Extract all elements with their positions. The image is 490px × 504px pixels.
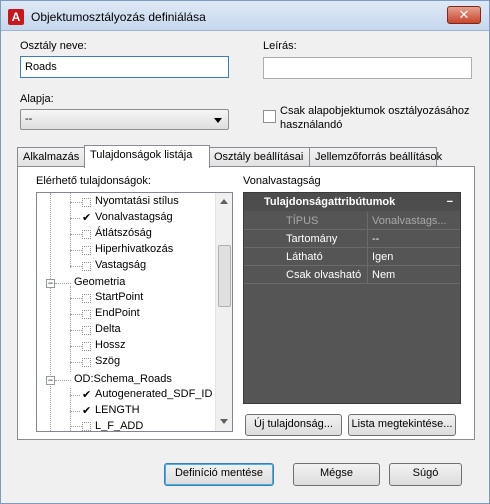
attribute-value[interactable]: -- (368, 230, 460, 248)
tree-item-checkbox[interactable] (82, 246, 91, 255)
attribute-value[interactable]: Nem (368, 266, 460, 284)
collapse-toggle-icon[interactable]: − (46, 279, 55, 288)
checkmark-icon[interactable]: ✔ (82, 406, 91, 417)
base-only-checkbox[interactable] (263, 110, 276, 123)
tab-class-settings[interactable]: Osztály beállításai (208, 147, 311, 167)
tree-item-autogenerated-sdf-id[interactable]: Autogenerated_SDF_ID (95, 388, 212, 404)
tab-feature-source-settings[interactable]: Jellemzőforrás beállítások (309, 147, 442, 167)
autocad-app-icon: A (8, 9, 24, 25)
cancel-button[interactable]: Mégse (293, 463, 380, 486)
checkmark-icon[interactable]: ✔ (82, 213, 91, 224)
scroll-up-icon[interactable] (220, 199, 228, 204)
description-label: Leírás: (263, 40, 297, 52)
scroll-down-icon[interactable] (220, 419, 228, 424)
base-select[interactable]: -- (20, 109, 229, 130)
tree-item-plot-style[interactable]: Nyomtatási stílus (95, 195, 179, 211)
tree-item-checkbox[interactable] (82, 342, 91, 351)
help-button[interactable]: Súgó (389, 463, 462, 486)
tree-item-checkbox[interactable] (82, 262, 91, 271)
chevron-down-icon (214, 118, 222, 123)
tree-item-transparency[interactable]: Átlátszóság (95, 227, 152, 243)
attribute-row[interactable]: Csak olvasható Nem (244, 266, 460, 284)
attribute-key: Látható (282, 248, 368, 266)
available-properties-tree[interactable]: Nyomtatási stílus ✔ Vonalvastagság Átlát… (36, 192, 233, 432)
checkmark-icon[interactable]: ✔ (82, 390, 91, 401)
tree-item-angle[interactable]: Szög (95, 355, 120, 371)
tree-item-lineweight[interactable]: Vonalvastagság (95, 211, 173, 227)
base-only-label-line1: Csak alapobjektumok osztályozásához (280, 105, 470, 117)
base-only-label-line2: használandó (280, 119, 343, 131)
collapse-icon[interactable]: − (447, 196, 453, 208)
tree-scrollbar[interactable] (215, 193, 232, 431)
tab-property-list[interactable]: Tulajdonságok listája (84, 145, 210, 168)
description-input[interactable] (263, 57, 472, 79)
attribute-value: Vonalvastags... (372, 215, 447, 227)
tree-item-checkbox[interactable] (82, 422, 91, 431)
tree-item-checkbox[interactable] (82, 230, 91, 239)
attribute-value[interactable]: Igen (368, 248, 460, 266)
new-property-button[interactable]: Új tulajdonság... (245, 414, 342, 436)
base-select-value: -- (25, 113, 33, 125)
window-title: Objektumosztályozás definiálása (31, 10, 206, 24)
tree-group-geometry[interactable]: Geometria (74, 276, 125, 292)
view-list-button[interactable]: Lista megtekintése... (348, 414, 456, 436)
attribute-row[interactable]: Tartomány -- (244, 230, 460, 248)
tab-application[interactable]: Alkalmazás (17, 147, 86, 167)
tree-item-checkbox[interactable] (82, 326, 91, 335)
tree-item-checkbox[interactable] (82, 198, 91, 207)
tree-group-od-schema-roads[interactable]: OD:Schema_Roads (74, 373, 172, 389)
selected-property-title: Vonalvastagság (243, 175, 321, 187)
attributes-header[interactable]: Tulajdonságattribútumok − (244, 193, 460, 211)
tree-item-delta[interactable]: Delta (95, 323, 121, 339)
tree-item-checkbox[interactable] (82, 294, 91, 303)
collapse-toggle-icon[interactable]: − (46, 376, 55, 385)
title-bar: A Objektumosztályozás definiálása ✕ (1, 1, 489, 31)
attribute-key: TÍPUS (282, 212, 368, 230)
tree-item-length[interactable]: Hossz (95, 339, 126, 355)
save-definition-button[interactable]: Definíció mentése (164, 463, 274, 486)
tree-item-l-f-add[interactable]: L_F_ADD (95, 420, 143, 431)
tree-item-endpoint[interactable]: EndPoint (95, 307, 140, 323)
attribute-key: Csak olvasható (282, 266, 368, 284)
close-button[interactable]: ✕ (447, 6, 481, 24)
dialog-window: A Objektumosztályozás definiálása ✕ Oszt… (0, 0, 490, 504)
tree-item-length-od[interactable]: LENGTH (95, 404, 140, 420)
attribute-row[interactable]: Látható Igen (244, 248, 460, 266)
base-label: Alapja: (20, 93, 54, 105)
tree-item-hyperlink[interactable]: Hiperhivatkozás (95, 243, 173, 259)
tree-item-startpoint[interactable]: StartPoint (95, 291, 143, 307)
tree-item-thickness[interactable]: Vastagság (95, 259, 146, 275)
available-properties-label: Elérhető tulajdonságok: (36, 175, 151, 187)
scroll-thumb[interactable] (218, 245, 231, 307)
tree-item-checkbox[interactable] (82, 310, 91, 319)
property-attributes-grid: Tulajdonságattribútumok − TÍPUS Vonalvas… (243, 192, 461, 404)
attribute-key: Tartomány (282, 230, 368, 248)
tree-item-checkbox[interactable] (82, 358, 91, 367)
class-name-input[interactable]: Roads (20, 56, 229, 78)
class-name-label: Osztály neve: (20, 40, 87, 52)
attributes-header-label: Tulajdonságattribútumok (264, 196, 396, 208)
attribute-row[interactable]: TÍPUS Vonalvastags... (244, 212, 460, 230)
